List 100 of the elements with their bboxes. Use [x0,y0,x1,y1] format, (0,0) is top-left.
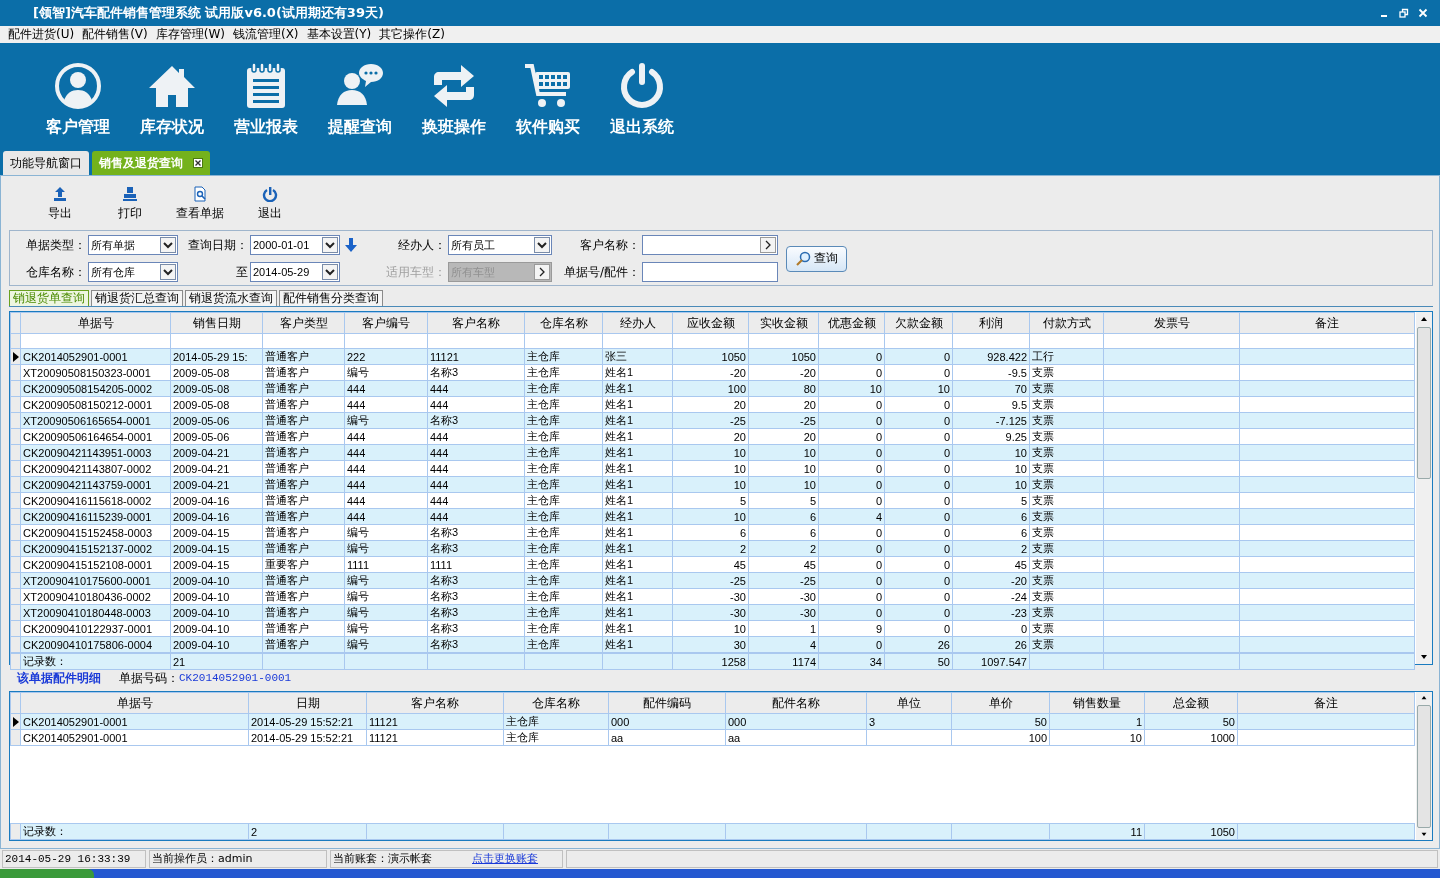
tab[interactable]: 销退货流水查询 [185,290,277,307]
column-header[interactable]: 配件编码 [608,692,726,714]
column-header[interactable]: 经办人 [602,312,673,334]
table-cell: 2009-05-06 [170,428,263,445]
column-header[interactable]: 优惠金额 [818,312,885,334]
dropdown[interactable]: 所有员工 [448,235,552,256]
input-field[interactable] [642,235,778,256]
column-header[interactable]: 客户编号 [344,312,428,334]
toolbar-button[interactable]: 导出 [25,181,95,228]
tab[interactable]: 功能导航窗口 [3,151,89,176]
table-cell: 名称3 [427,620,525,637]
column-header[interactable]: 单位 [866,692,952,714]
table-cell: 名称3 [427,588,525,605]
row-selector[interactable] [10,713,21,730]
vertical-scrollbar[interactable] [1416,312,1432,665]
column-header[interactable]: 实收金额 [748,312,819,334]
table-cell: 主仓库 [524,428,603,445]
dropdown[interactable]: 所有单据 [88,235,178,256]
dropdown[interactable]: 2000-01-01 [250,235,340,256]
input-field[interactable] [642,262,778,283]
menu-item[interactable]: 配件销售(V) [82,26,148,43]
change-account-link[interactable]: 点击更换账套 [472,851,538,868]
toolbar-button[interactable]: 库存状况 [125,43,219,148]
vertical-scrollbar[interactable] [1416,692,1432,841]
field-label: 单据号/配件： [562,263,641,281]
column-header[interactable]: 日期 [248,692,367,714]
menu-item[interactable]: 库存管理(W) [155,26,225,43]
column-header[interactable]: 销售数量 [1049,692,1145,714]
table-cell: 2009-04-15 [170,524,263,541]
column-header[interactable]: 应收金额 [672,312,749,334]
table-cell: 2014-05-29 15:52:21 [248,729,367,746]
tab[interactable]: 销退货单查询 [9,290,89,307]
query-button[interactable]: 查询 [786,245,847,272]
column-header[interactable]: 备注 [1237,692,1415,714]
column-header[interactable]: 仓库名称 [503,692,609,714]
column-header[interactable]: 单据号 [20,312,171,334]
menu-item[interactable]: 钱流管理(X) [232,26,299,43]
column-header[interactable]: 付款方式 [1029,312,1104,334]
toolbar-button[interactable]: 退出系统 [595,43,689,148]
chevron-right-icon[interactable] [760,237,776,254]
down-arrow-icon[interactable] [345,238,357,253]
toolbar-button[interactable]: 提醒查询 [313,43,407,148]
menu-item[interactable]: 基本设置(Y) [306,26,372,43]
row-pointer-icon [12,351,19,362]
toolbar-button[interactable]: 软件购买 [501,43,595,148]
table-cell: 1000 [1144,729,1238,746]
table-cell: 444 [427,492,525,509]
column-header[interactable]: 仓库名称 [524,312,603,334]
column-header[interactable]: 备注 [1239,312,1415,334]
table-cell: 支票 [1029,588,1104,605]
upload-icon [52,186,68,203]
table-cell: 普通客户 [262,492,345,509]
menu-item[interactable]: 配件进货(U) [8,26,75,43]
table-cell: 主仓库 [503,729,609,746]
column-header[interactable]: 欠款金额 [884,312,953,334]
table-cell: 1174 [748,653,819,670]
chevron-down-icon[interactable] [534,237,550,254]
chevron-down-icon[interactable] [160,237,176,254]
table-cell: 主仓库 [524,620,603,637]
column-header[interactable]: 配件名称 [725,692,867,714]
tab[interactable]: 销退货汇总查询 [91,290,183,307]
table-cell: 10 [672,460,749,477]
dropdown[interactable]: 2014-05-29 [250,262,340,283]
tab[interactable]: 配件销售分类查询 [279,290,383,307]
field-label: 适用车型： [385,263,447,281]
restore-icon[interactable] [1399,7,1409,18]
column-header[interactable]: 客户名称 [366,692,504,714]
chevron-down-icon[interactable] [160,264,176,281]
table-cell: 2009-04-16 [170,492,263,509]
table-cell: 支票 [1029,620,1104,637]
toolbar-button[interactable]: 查看单据 [165,181,235,228]
column-header[interactable]: 客户类型 [262,312,345,334]
chevron-down-icon[interactable] [322,264,338,281]
toolbar-button[interactable]: 营业报表 [219,43,313,148]
table-cell: 姓名1 [602,524,673,541]
column-header[interactable]: 销售日期 [170,312,263,334]
table-cell: 普通客户 [262,588,345,605]
start-button[interactable] [0,869,94,878]
chevron-down-icon[interactable] [322,237,338,254]
toolbar-button[interactable]: 退出 [235,181,305,228]
user-icon [53,61,103,112]
row-selector[interactable] [10,348,21,365]
column-header[interactable]: 发票号 [1103,312,1240,334]
toolbar-button[interactable]: 客户管理 [31,43,125,148]
table-cell: 0 [884,620,953,637]
toolbar-button[interactable]: 换班操作 [407,43,501,148]
column-header[interactable]: 利润 [952,312,1030,334]
column-header[interactable]: 单据号 [20,692,249,714]
column-header[interactable]: 单价 [951,692,1050,714]
dropdown[interactable]: 所有仓库 [88,262,178,283]
table-cell: 记录数： [20,653,171,670]
toolbar-button[interactable]: 打印 [95,181,165,228]
column-header[interactable]: 总金额 [1144,692,1238,714]
close-icon[interactable] [193,158,203,169]
table-cell: 重要客户 [262,556,345,573]
table-cell: 1 [748,620,819,637]
table-cell: CK20090410122937-0001 [20,620,171,637]
menu-item[interactable]: 其它操作(Z) [379,26,445,43]
table-cell: 5 [952,492,1030,509]
column-header[interactable]: 客户名称 [427,312,525,334]
